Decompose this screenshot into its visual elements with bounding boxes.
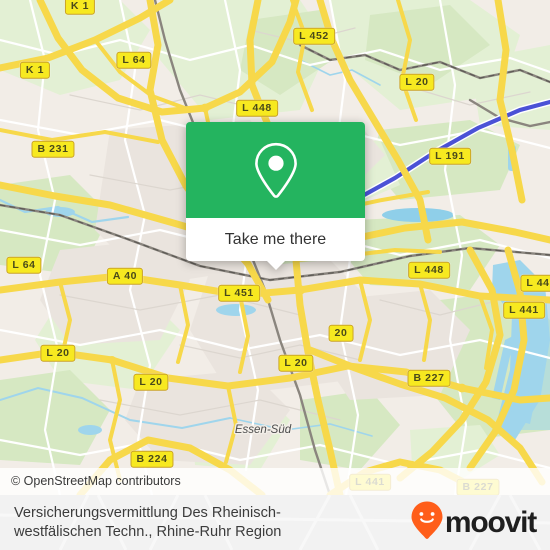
- road-shield: L 20: [278, 354, 314, 372]
- footer-bar: Versicherungsvermittlung Des Rheinisch- …: [0, 495, 550, 550]
- road-shield: L 20: [399, 73, 435, 91]
- road-shield: B 227: [407, 369, 451, 387]
- road-shield: K 1: [64, 0, 96, 15]
- map-attribution[interactable]: © OpenStreetMap contributors: [0, 468, 550, 495]
- page-title: Versicherungsvermittlung Des Rheinisch- …: [14, 504, 281, 542]
- attribution-text: © OpenStreetMap contributors: [11, 474, 181, 488]
- moovit-wordmark: moovit: [444, 505, 537, 539]
- moovit-pin-smile-icon: [410, 500, 444, 545]
- road-shield: L 452: [293, 27, 335, 45]
- moovit-map-screenshot: .land { fill:#f2ede7; } .green { fill:#d…: [0, 0, 550, 550]
- road-shield: 20: [328, 324, 354, 342]
- road-shield: L 44: [520, 274, 550, 292]
- road-shield: L 191: [429, 147, 471, 165]
- road-shield: L 441: [503, 301, 545, 319]
- road-shield: A 40: [106, 267, 144, 285]
- road-shield: L 448: [236, 99, 278, 117]
- location-pin-icon: [253, 141, 299, 199]
- road-shield: L 64: [6, 256, 42, 274]
- map-canvas[interactable]: .land { fill:#f2ede7; } .green { fill:#d…: [0, 0, 550, 495]
- road-shield: B 231: [31, 140, 75, 158]
- destination-popup-card[interactable]: Take me there: [186, 122, 365, 270]
- road-shield: K 1: [19, 61, 51, 79]
- popup-tail-pointer: [266, 261, 285, 270]
- road-shield: L 20: [40, 344, 76, 362]
- page-title-line-1: Versicherungsvermittlung Des Rheinisch-: [14, 504, 281, 521]
- road-shield: L 20: [133, 373, 169, 391]
- road-shield: L 451: [218, 284, 260, 302]
- page-title-line-2: westfälischen Techn., Rhine-Ruhr Region: [14, 523, 282, 540]
- road-shield: B 224: [130, 450, 174, 468]
- moovit-logo[interactable]: moovit: [410, 500, 537, 545]
- popup-pin-area: [186, 122, 365, 218]
- road-shield: L 448: [408, 261, 450, 279]
- take-me-there-button[interactable]: Take me there: [186, 218, 365, 261]
- take-me-there-label: Take me there: [224, 230, 327, 248]
- road-shield: L 64: [116, 51, 152, 69]
- place-label: Essen-Süd: [234, 424, 292, 436]
